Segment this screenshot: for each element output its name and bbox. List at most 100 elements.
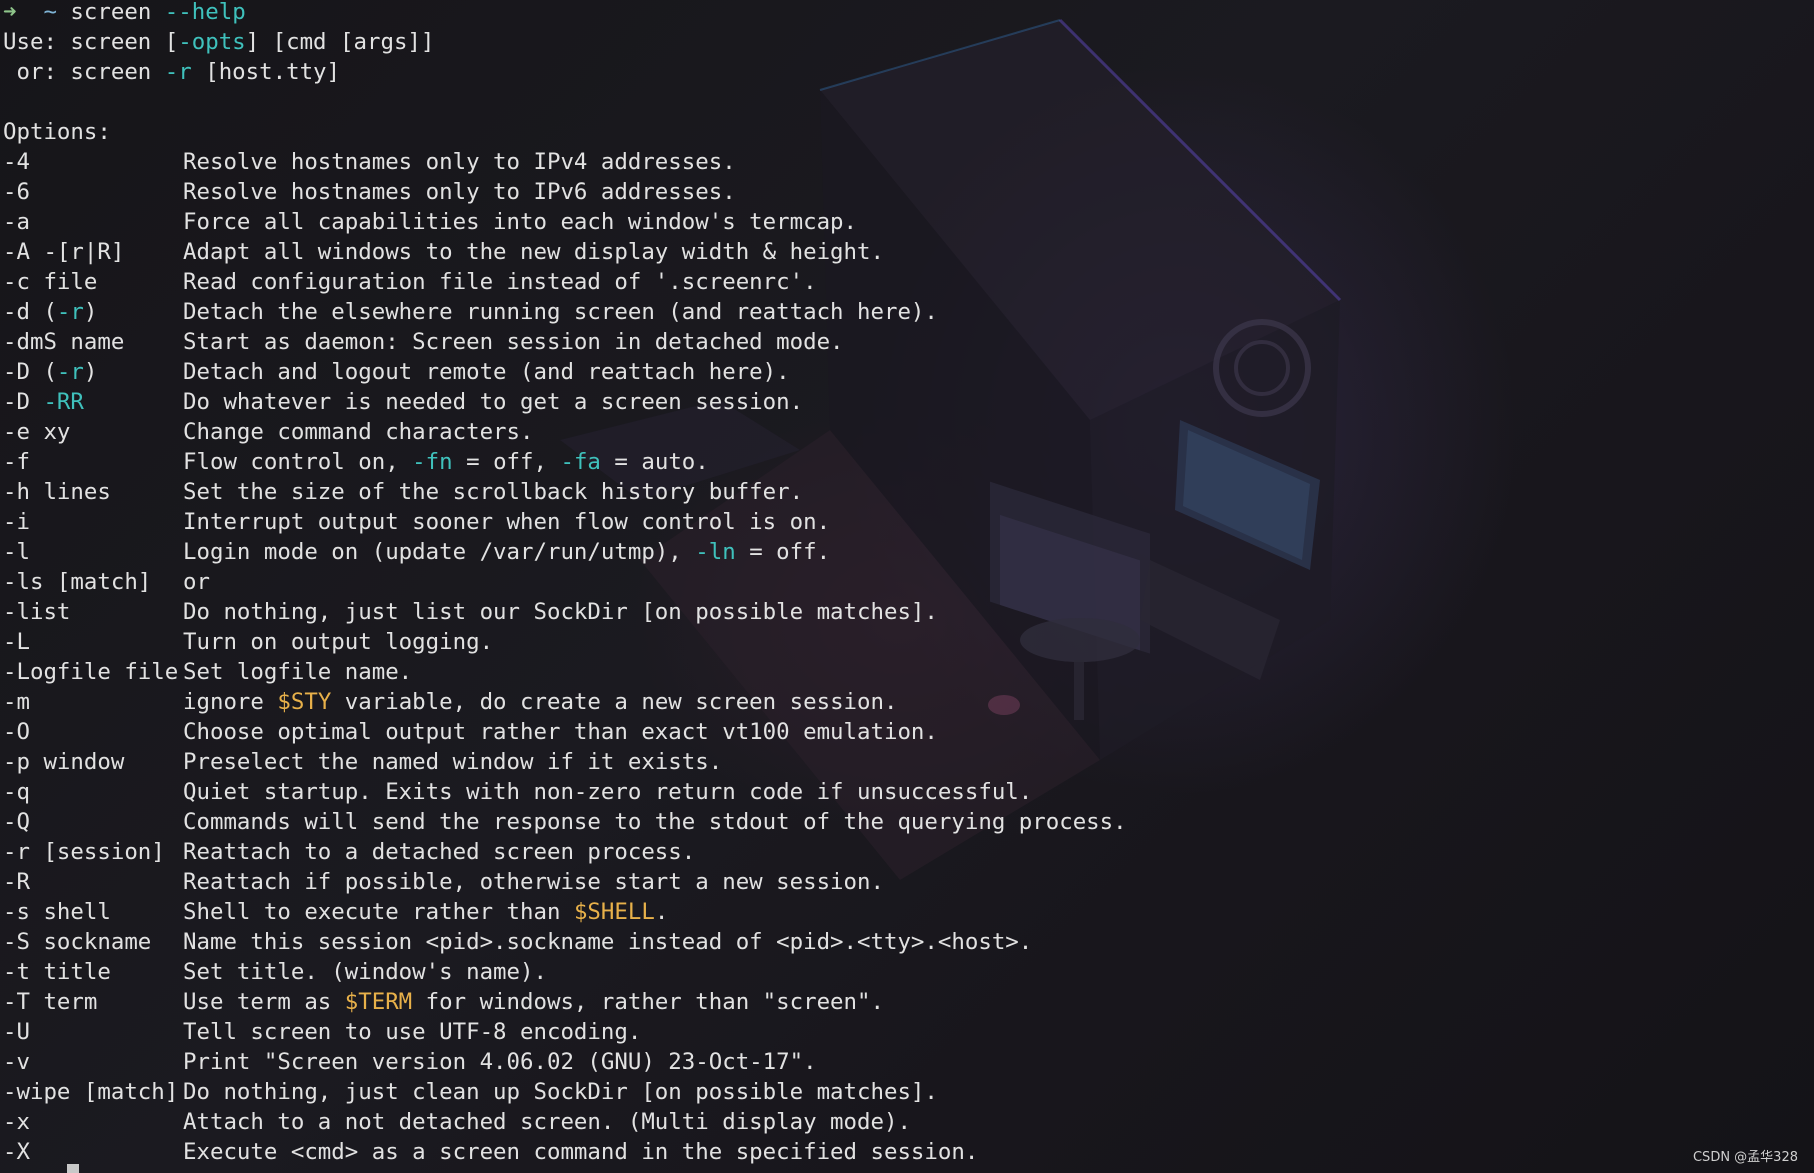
option-description-highlight: $STY xyxy=(277,689,332,715)
option-flag: -L xyxy=(3,629,30,655)
option-flag: -c file xyxy=(3,269,98,295)
option-row: -d (-r) Detach the elsewhere running scre… xyxy=(3,297,1127,327)
option-row: -m ignore $STY variable, do create a new … xyxy=(3,687,1127,717)
option-row: -U Tell screen to use UTF-8 encoding. xyxy=(3,1017,1127,1047)
watermark: CSDN @孟华328 xyxy=(1692,1150,1798,1165)
option-flag: -X xyxy=(3,1139,30,1165)
option-row: -f Flow control on, -fn = off, -fa = auto… xyxy=(3,447,1127,477)
usage-line-2: or: screen -r [host.tty] xyxy=(3,57,1127,87)
option-flag: -D (-r) xyxy=(3,357,183,387)
prompt-command: screen xyxy=(70,0,152,25)
option-row: -R Reattach if possible, otherwise start … xyxy=(3,867,1127,897)
option-description-highlight: $TERM xyxy=(344,989,413,1015)
prompt-arrow-icon: ➜ xyxy=(3,0,17,25)
option-flag: -U xyxy=(3,1019,30,1045)
option-row: -t title Set title. (window's name). xyxy=(3,957,1127,987)
option-description: Login mode on (update /var/run/utmp), -l… xyxy=(183,539,830,565)
option-row: -O Choose optimal output rather than exac… xyxy=(3,717,1127,747)
usage-text: or: screen xyxy=(3,59,165,85)
option-flag: -D -RR xyxy=(3,387,183,417)
option-description: Quiet startup. Exits with non-zero retur… xyxy=(183,779,1033,805)
option-flag: -m xyxy=(3,689,30,715)
option-row: -c file Read configuration file instead o… xyxy=(3,267,1127,297)
option-description-text: Login mode on (update /var/run/utmp), xyxy=(183,539,696,565)
usage-flag: -opts xyxy=(178,29,246,55)
option-description: Do nothing, just list our SockDir [on po… xyxy=(183,599,938,625)
option-flag: -h lines xyxy=(3,479,111,505)
option-description-text: Shell to execute rather than xyxy=(183,899,574,925)
option-row: -r [session] Reattach to a detached scree… xyxy=(3,837,1127,867)
prompt-cwd: ~ xyxy=(43,0,57,25)
option-row: -D -RR Do whatever is needed to get a scr… xyxy=(3,387,1127,417)
terminal-output: ➜ ~ screen --help Use: screen [-opts] [cm… xyxy=(3,0,1127,1167)
option-flag: -v xyxy=(3,1049,30,1075)
option-row: -p window Preselect the named window if i… xyxy=(3,747,1127,777)
option-row: -a Force all capabilities into each windo… xyxy=(3,207,1127,237)
terminal-cursor xyxy=(67,1164,79,1173)
option-description: Read configuration file instead of '.scr… xyxy=(183,269,817,295)
option-description-text: Use term as xyxy=(183,989,345,1015)
option-description: Set title. (window's name). xyxy=(183,959,547,985)
option-flag: -R xyxy=(3,869,30,895)
option-description: Execute <cmd> as a screen command in the… xyxy=(183,1139,979,1165)
option-description: Resolve hostnames only to IPv6 addresses… xyxy=(183,179,736,205)
option-row: -A -[r|R] Adapt all windows to the new di… xyxy=(3,237,1127,267)
option-row: -ls [match] or xyxy=(3,567,1127,597)
option-flag: -f xyxy=(3,449,30,475)
option-flag: -s shell xyxy=(3,899,111,925)
option-description: Detach and logout remote (and reattach h… xyxy=(183,359,790,385)
option-row: -x Attach to a not detached screen. (Mult… xyxy=(3,1107,1127,1137)
option-row: -T term Use term as $TERM for windows, ra… xyxy=(3,987,1127,1017)
option-flag: -A -[r|R] xyxy=(3,239,125,265)
option-flag-highlight: -RR xyxy=(43,389,84,415)
option-flag-text: ) xyxy=(83,299,98,325)
option-row: -list Do nothing, just list our SockDir [… xyxy=(3,597,1127,627)
option-description-text: ignore xyxy=(183,689,278,715)
option-description-text: = off. xyxy=(735,539,831,565)
option-description: Start as daemon: Screen session in detac… xyxy=(183,329,844,355)
option-row: -e xy Change command characters. xyxy=(3,417,1127,447)
option-description: Reattach if possible, otherwise start a … xyxy=(183,869,884,895)
option-flag: -r [session] xyxy=(3,839,165,865)
option-description: Reattach to a detached screen process. xyxy=(183,839,696,865)
option-description: Choose optimal output rather than exact … xyxy=(183,719,938,745)
option-description: Flow control on, -fn = off, -fa = auto. xyxy=(183,449,709,475)
option-description-text: = auto. xyxy=(600,449,709,475)
option-description-text: Flow control on, xyxy=(183,449,413,475)
option-flag: -a xyxy=(3,209,30,235)
terminal-window[interactable]: ➜ ~ screen --help Use: screen [-opts] [cm… xyxy=(0,0,1814,1173)
option-flag: -p window xyxy=(3,749,125,775)
usage-text: Use: screen [ xyxy=(3,29,179,55)
option-description: Name this session <pid>.sockname instead… xyxy=(183,929,1033,955)
option-description: Print "Screen version 4.06.02 (GNU) 23-O… xyxy=(183,1049,817,1075)
option-description: Set the size of the scrollback history b… xyxy=(183,479,804,505)
option-row: -S sockname Name this session <pid>.sockn… xyxy=(3,927,1127,957)
usage-text: [host.tty] xyxy=(191,59,341,85)
option-row: -wipe [match] Do nothing, just clean up S… xyxy=(3,1077,1127,1107)
option-flag-text: ) xyxy=(83,359,98,385)
option-description: ignore $STY variable, do create a new sc… xyxy=(183,689,897,715)
option-row: -i Interrupt output sooner when flow cont… xyxy=(3,507,1127,537)
option-flag: -6 xyxy=(3,179,30,205)
option-flag: -wipe [match] xyxy=(3,1079,179,1105)
option-description: Shell to execute rather than $SHELL. xyxy=(183,899,668,925)
option-description: Do whatever is needed to get a screen se… xyxy=(183,389,804,415)
option-description: Turn on output logging. xyxy=(183,629,494,655)
option-row: -X Execute <cmd> as a screen command in t… xyxy=(3,1137,1127,1167)
option-description: Resolve hostnames only to IPv4 addresses… xyxy=(183,149,736,175)
option-flag: -t title xyxy=(3,959,111,985)
usage-text: ] [cmd [args]] xyxy=(245,29,435,55)
option-flag: -dmS name xyxy=(3,329,125,355)
option-flag: -Q xyxy=(3,809,30,835)
option-row: -Q Commands will send the response to the… xyxy=(3,807,1127,837)
option-description: Set logfile name. xyxy=(183,659,413,685)
option-row: -h lines Set the size of the scrollback h… xyxy=(3,477,1127,507)
option-flag: -d (-r) xyxy=(3,297,183,327)
option-row: -s shell Shell to execute rather than $SH… xyxy=(3,897,1127,927)
option-description-text: . xyxy=(654,899,669,925)
option-description: Attach to a not detached screen. (Multi … xyxy=(183,1109,911,1135)
option-flag: -ls [match] xyxy=(3,569,152,595)
option-flag-highlight: -r xyxy=(56,299,84,325)
option-flag-highlight: -r xyxy=(56,359,84,385)
